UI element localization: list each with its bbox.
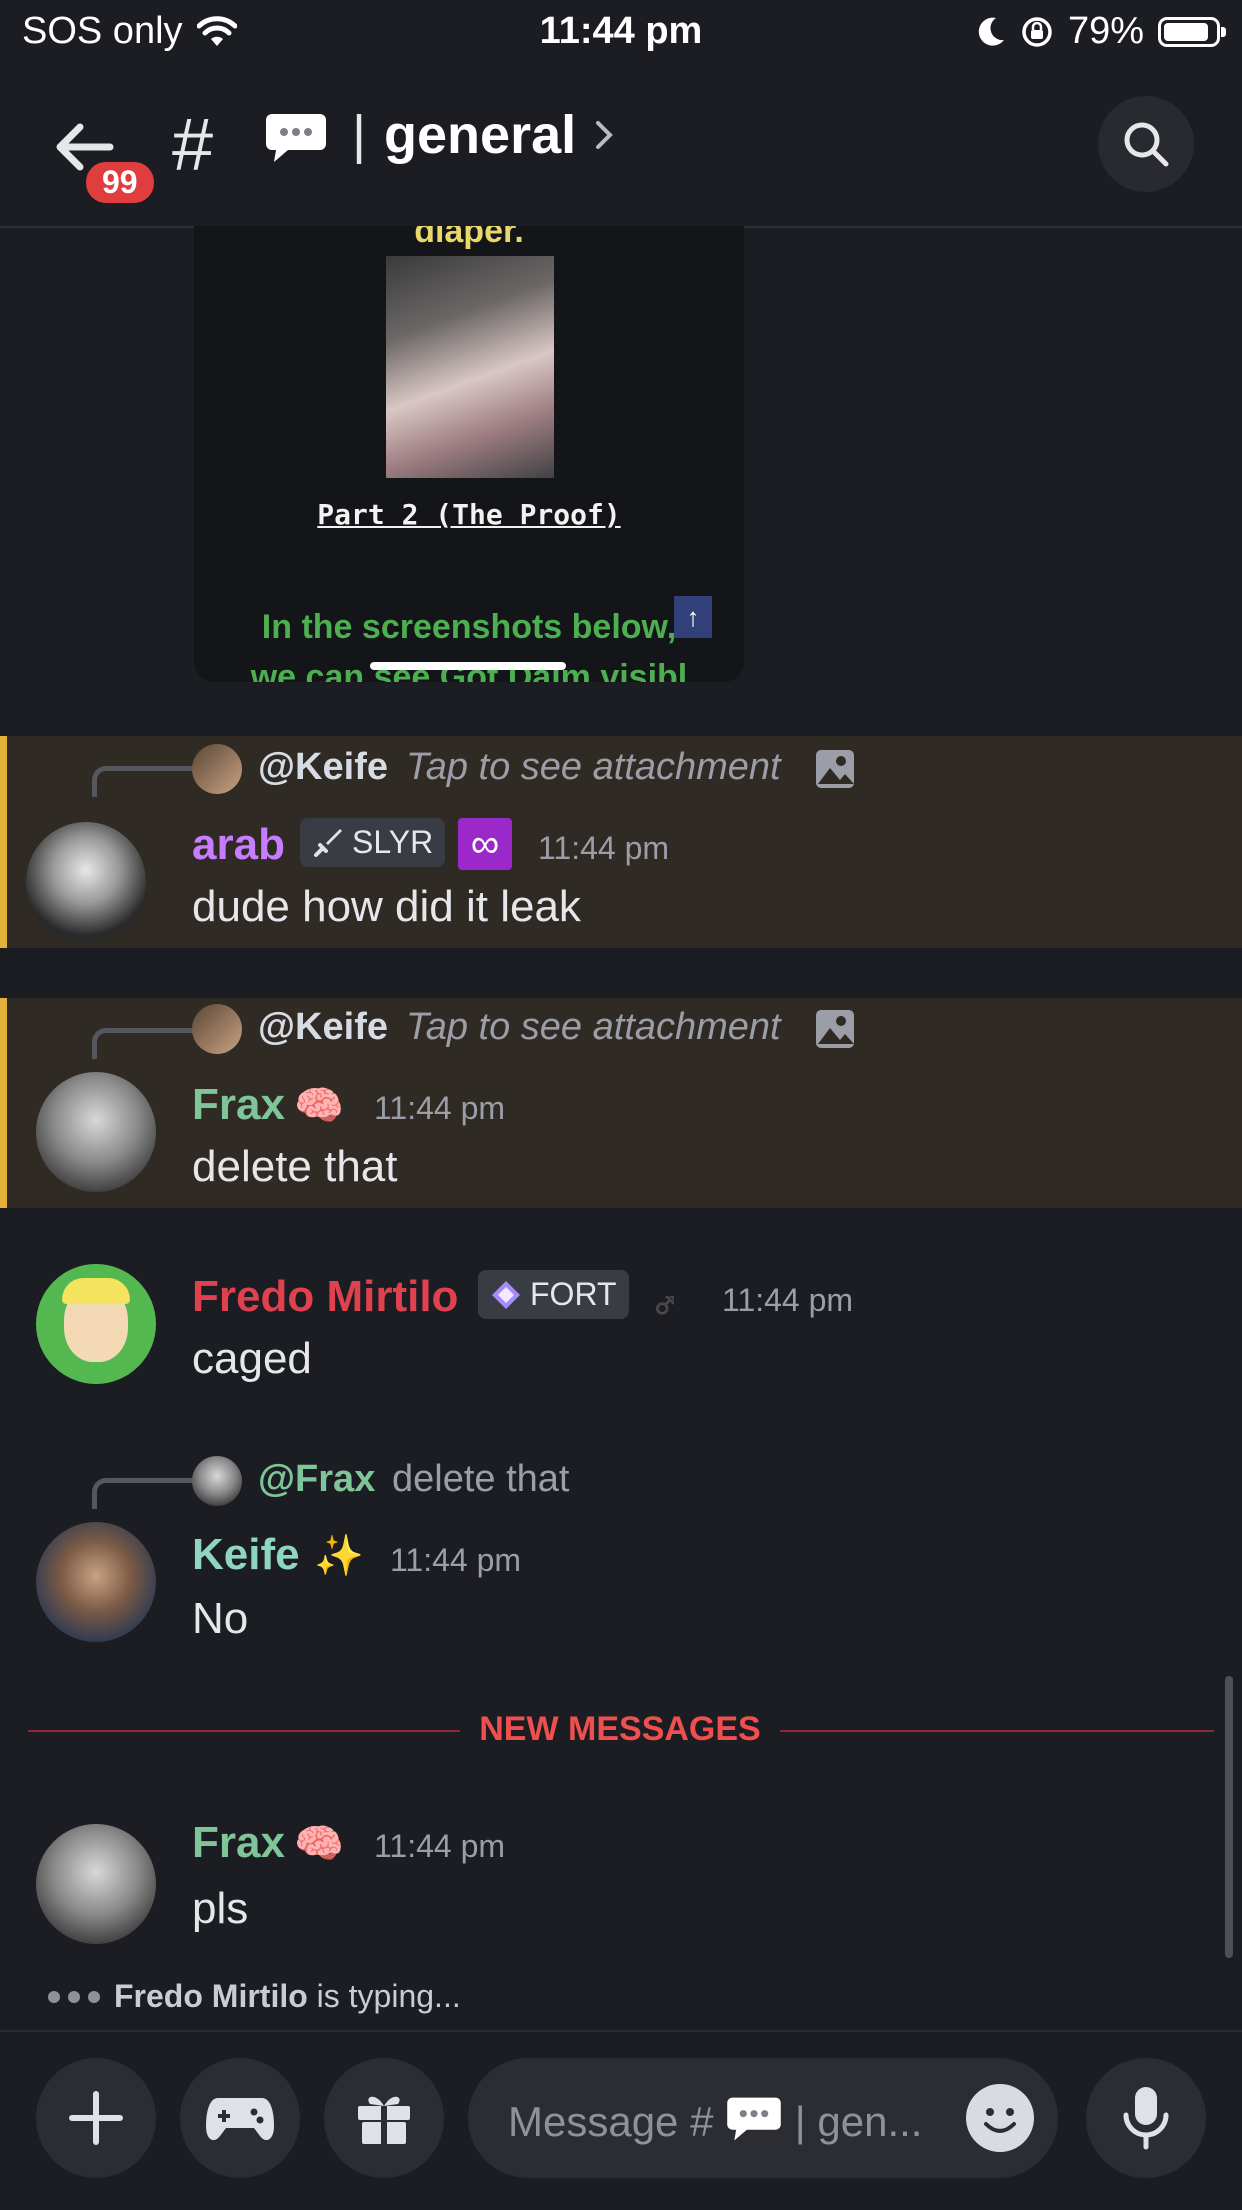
voice-button[interactable] (1086, 2058, 1206, 2178)
brain-emoji: 🧠 (294, 1822, 344, 1866)
avatar[interactable] (36, 1824, 156, 1944)
scrollbar[interactable] (1225, 1676, 1233, 1958)
battery-icon (1158, 16, 1226, 47)
author-name[interactable]: Fredo Mirtilo (192, 1272, 458, 1322)
reply-avatar (192, 1004, 242, 1054)
reply-connector (92, 1028, 193, 1059)
avatar[interactable] (36, 1072, 156, 1192)
reply-username[interactable]: @Frax (258, 1458, 375, 1501)
typing-dots-icon (48, 1990, 100, 2003)
avatar[interactable] (36, 1522, 156, 1642)
role-tag: FORT (478, 1270, 629, 1319)
typing-user: Fredo Mirtilo (114, 1978, 308, 2014)
author-name[interactable]: Keife (192, 1530, 300, 1580)
microphone-icon (1123, 2087, 1169, 2150)
mention-bar (0, 736, 7, 948)
reply-avatar (192, 744, 242, 794)
message-time: 11:44 pm (374, 1828, 506, 1864)
reply-connector (92, 766, 193, 797)
unread-badge: 99 (82, 158, 158, 207)
status-bar: SOS only 11:44 pm 79% (0, 0, 1242, 62)
message-text: No (192, 1594, 249, 1643)
emoji-button[interactable] (966, 2084, 1034, 2152)
gender-icon: ♂ (650, 1284, 681, 1329)
reply-preview[interactable]: delete that (392, 1458, 569, 1501)
message-text: dude how did it leak (192, 882, 581, 931)
message-placeholder: Message # | gen... (508, 2094, 922, 2146)
embed-part-label: Part 2 (The Proof) (317, 498, 621, 531)
status-right: 79% (976, 10, 1226, 53)
reply-connector (92, 1478, 193, 1509)
speech-bubble-icon (727, 2097, 781, 2141)
typing-indicator: Fredo Mirtilo is typing... (48, 1978, 461, 2015)
placeholder-end: | gen... (794, 2098, 923, 2145)
nitro-infinity-icon: ∞ (458, 818, 512, 870)
embed-green-text: In the screenshots below, (261, 608, 677, 646)
message-time: 11:44 pm (390, 1542, 522, 1578)
smiley-icon (984, 2108, 1016, 2133)
brain-emoji: 🧠 (294, 1084, 344, 1128)
gamepad-icon (206, 2098, 274, 2141)
message-input[interactable]: Message # | gen... (468, 2058, 1058, 2178)
diamond-icon (492, 1280, 520, 1309)
add-button[interactable] (36, 2058, 156, 2178)
new-messages-label: NEW MESSAGES (460, 1710, 780, 1749)
search-icon (1124, 122, 1169, 167)
author-name[interactable]: arab (192, 820, 285, 870)
reply-username[interactable]: @Keife (258, 746, 388, 789)
embed-top-text: diaper. (414, 226, 524, 250)
avatar[interactable] (26, 822, 146, 942)
message-text: pls (192, 1884, 249, 1933)
gift-icon (358, 2096, 410, 2144)
reply-preview[interactable]: Tap to see attachment (406, 746, 781, 789)
moon-icon (978, 17, 1004, 46)
sword-icon (314, 828, 342, 857)
avatar[interactable] (36, 1264, 156, 1384)
typing-suffix: is typing... (316, 1978, 461, 2014)
chevron-right-icon (596, 121, 613, 149)
image-icon (816, 1010, 854, 1048)
embed-scroll-indicator (370, 662, 566, 670)
plus-icon (69, 2091, 123, 2145)
role-tag: SLYR (300, 818, 446, 867)
channel-title[interactable]: | general (352, 104, 614, 166)
message-time: 11:44 pm (374, 1090, 506, 1126)
role-tag-label: FORT (530, 1276, 617, 1312)
message-text: caged (192, 1334, 312, 1383)
message-text: delete that (192, 1142, 398, 1191)
message-time: 11:44 pm (538, 830, 670, 866)
reply-preview[interactable]: Tap to see attachment (406, 1006, 781, 1049)
search-button[interactable] (1098, 96, 1194, 192)
placeholder-start: Message # (508, 2098, 714, 2145)
role-tag-label: SLYR (352, 824, 434, 860)
activities-button[interactable] (180, 2058, 300, 2178)
battery-percent: 79% (1067, 10, 1144, 52)
reply-avatar (192, 1456, 242, 1506)
channel-divider: | (352, 105, 367, 165)
channel-name: general (384, 105, 577, 165)
message-time: 11:44 pm (722, 1282, 854, 1318)
scroll-up-icon: ↑ (674, 596, 712, 638)
channel-hash-icon: # (172, 103, 214, 186)
author-name[interactable]: Frax (192, 1818, 285, 1868)
image-attachment[interactable]: diaper. Part 2 (The Proof) In the screen… (194, 226, 744, 682)
embed-photo (386, 256, 554, 478)
reply-username[interactable]: @Keife (258, 1006, 388, 1049)
mention-bar (0, 998, 7, 1208)
image-icon (816, 750, 854, 788)
speech-bubble-icon (266, 114, 326, 162)
rotation-lock-icon (1022, 16, 1052, 47)
channel-header: 99 # | general (0, 62, 1242, 228)
sparkles-emoji: ✨ (314, 1534, 364, 1578)
author-name[interactable]: Frax (192, 1080, 285, 1130)
composer-bar: Message # | gen... (0, 2030, 1242, 2210)
gift-button[interactable] (324, 2058, 444, 2178)
